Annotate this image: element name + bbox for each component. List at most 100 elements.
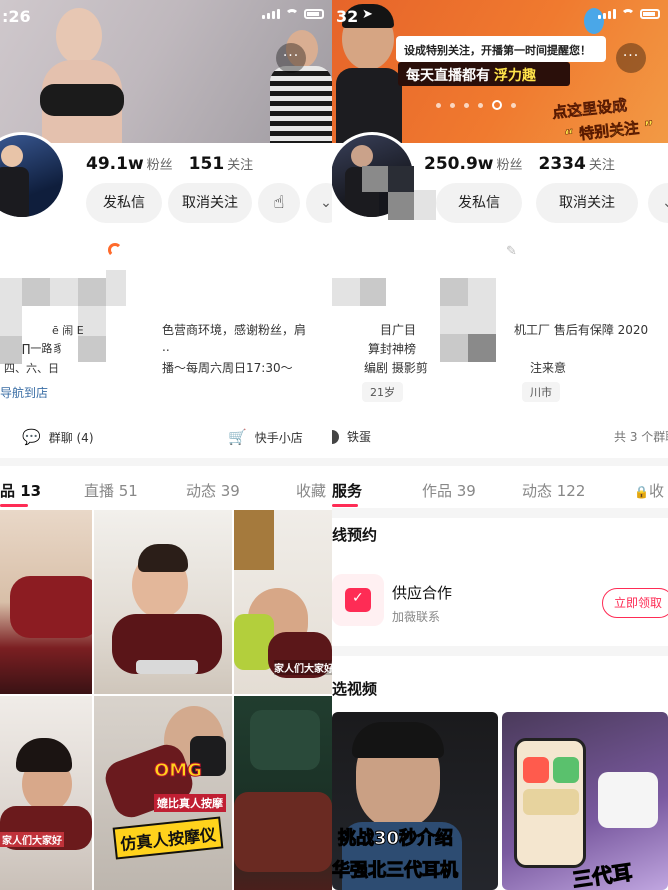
edit-pencil-icon[interactable]: ✎ [506,244,517,259]
fans-group-label: 铁蛋 [347,430,372,444]
service-subtitle: 加薇联系 [392,610,441,624]
video-title-line1: 挑战30秒介绍 [337,828,454,850]
profile-cover-image: :26 ··· [0,0,332,143]
featured-video-thumbnail[interactable]: 三代耳 [502,712,668,890]
claim-button[interactable]: 立即领取 [602,588,668,618]
tab-favorites-label: 收 [648,482,664,500]
divider [332,508,668,518]
tab-moments[interactable]: 动态 122 [522,480,585,501]
mosaic-block [78,278,106,306]
video-overlay-title: 仿真人按摩仪 [112,816,224,860]
city-tag: 川市 [522,382,560,402]
mosaic-block [78,336,106,362]
active-tab-indicator [0,504,28,507]
tab-favorites[interactable]: 🔒收 [634,480,664,501]
followers-stat[interactable]: 250.9w 粉丝 [424,154,523,174]
bio-fragment: ē 闹 E [52,324,84,337]
profile-tabs: 品 13 直播 51 动态 39 收藏 [0,476,332,507]
profile-stats: 250.9w 粉丝 2334 关注 [424,154,615,174]
banner-line1: 设成特别关注，开播第一时间提醒您！ [404,44,591,57]
followers-stat[interactable]: 49.1w 粉丝 [86,154,173,174]
chevron-down-icon[interactable]: ⌄ [648,183,668,223]
followers-label: 粉丝 [496,158,523,173]
video-thumbnail[interactable]: 家人们大家好 [234,510,332,694]
video-thumbnail[interactable] [94,510,232,694]
mosaic-block [22,278,50,306]
video-thumbnail[interactable]: OMG 媲比真人按摩 仿真人按摩仪 [94,696,232,890]
message-button[interactable]: 发私信 [86,183,162,223]
group-chat-label: 群聊 (4) [48,430,94,445]
cover-person-left [30,0,150,143]
profile-tabs: 服务 作品 39 动态 122 🔒收 [332,476,668,507]
status-time: :26 [2,7,31,26]
mosaic-block [388,166,414,192]
chat-bubble-icon: 💬 [22,428,41,446]
right-profile-panel: 设成特别关注，开播第一时间提醒您！ 每天直播都有 浮力趣 点这里设成 “ 特别关注… [332,0,668,890]
mosaic-block [468,334,496,362]
followers-count: 49.1w [86,154,144,174]
tab-works[interactable]: 作品 39 [422,480,476,501]
tab-live[interactable]: 直播 51 [84,480,138,501]
featured-videos-title: 选视频 [332,680,378,698]
bio-fragment: 算封神榜 [368,342,417,356]
service-section-title: 线预约 [332,526,378,544]
tap-hand-icon[interactable]: ☝ [258,183,300,223]
earbuds-case-image [598,772,658,828]
divider [332,646,668,656]
mosaic-block [468,306,496,334]
video-overlay-subtitle: 媲比真人按摩 [154,794,226,812]
profile-cover-banner: 设成特别关注，开播第一时间提醒您！ 每天直播都有 浮力趣 点这里设成 “ 特别关注… [332,0,668,143]
mosaic-block [50,278,78,306]
avatar[interactable] [0,132,66,220]
bio-fragment: 四、六、日 [4,362,59,375]
message-button[interactable]: 发私信 [436,183,522,223]
battery-icon [640,9,660,19]
divider [332,458,668,466]
bio-fragment: 编剧 摄影剪 [364,361,428,375]
following-label: 关注 [227,158,254,173]
tab-moments[interactable]: 动态 39 [186,480,240,501]
banner-line2-prefix: 每天直播都有 [406,68,490,84]
video-thumbnail[interactable]: 家人们大家好 [0,696,92,890]
more-options-button[interactable]: ··· [616,43,646,73]
tab-services[interactable]: 服务 [332,480,362,501]
navigate-to-store-link[interactable]: 导航到店 [0,384,48,401]
status-icons [598,9,660,19]
following-stat[interactable]: 2334 关注 [539,154,615,174]
video-thumbnail[interactable] [234,696,332,890]
unfollow-button[interactable]: 取消关注 [168,183,252,223]
shopping-cart-icon: 🛒 [228,428,247,446]
following-stat[interactable]: 151 关注 [189,154,254,174]
service-card[interactable]: 供应合作 加薇联系 立即领取 [332,568,668,638]
video-thumbnail[interactable] [0,510,92,694]
video-title-line2: 华强北三代耳机 [332,860,459,882]
left-profile-panel: :26 ··· 49.1w 粉丝 151 关注 发私信 取消关注 ☝ ⌄ ē 闹 E… [0,0,332,890]
mosaic-block [414,190,436,220]
location-arrow-icon: ➤ [362,7,373,22]
group-count-entry[interactable]: 共 3 个群聊 [614,428,668,445]
signal-icon [598,9,616,19]
mosaic-block [332,278,360,306]
status-icons [262,9,324,19]
more-options-button[interactable]: ··· [276,43,306,73]
featured-video-thumbnail[interactable]: 挑战30秒介绍 华强北三代耳机 [332,712,498,890]
bio-fragment: 机工厂 售后有保障 2020 [514,323,649,337]
calendar-icon [332,574,384,626]
fans-group-entry[interactable]: 铁蛋 [332,428,371,445]
following-label: 关注 [588,158,615,173]
shop-entry[interactable]: 🛒 快手小店 [228,428,303,446]
chevron-down-icon[interactable]: ⌄ [306,183,332,223]
mosaic-block [440,334,468,362]
tab-favorites[interactable]: 收藏 [296,480,326,501]
group-chat-entry[interactable]: 💬 群聊 (4) [22,428,94,446]
followers-count: 250.9w [424,154,494,174]
mosaic-block [440,278,468,306]
active-tab-indicator [332,504,358,507]
bio-fragment: 目广目 [380,323,417,337]
bio-line: 播～每周六周日17:30～ [162,361,293,375]
mosaic-block [362,166,388,192]
tab-works[interactable]: 品 13 [0,480,41,501]
unfollow-button[interactable]: 取消关注 [536,183,638,223]
phone-image [514,738,586,868]
shop-label: 快手小店 [254,430,303,445]
